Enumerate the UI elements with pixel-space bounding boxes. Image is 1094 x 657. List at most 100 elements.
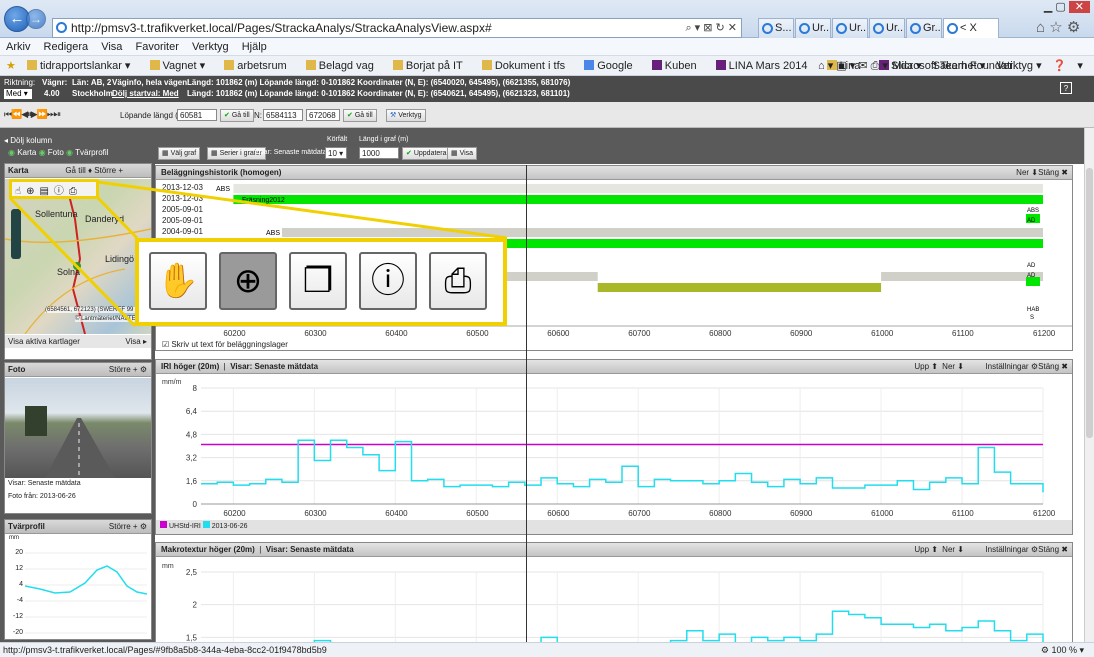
korfalt-select[interactable]: 10 ▾	[325, 147, 347, 159]
page-scrollbar[interactable]	[1084, 128, 1094, 642]
photo-title: Foto	[8, 365, 26, 374]
layers-icon[interactable]: ❐	[289, 252, 347, 310]
fav-item[interactable]: Google	[584, 60, 640, 72]
tab-5[interactable]: Gr...	[906, 18, 942, 38]
tab-active[interactable]: < X	[943, 18, 999, 38]
tab-2[interactable]: Ur...	[795, 18, 831, 38]
makro-header: Makrotextur höger (20m) | Visar: Senaste…	[156, 543, 1072, 557]
tab-4[interactable]: Ur...	[869, 18, 905, 38]
dolj-kolumn[interactable]: ◂ Dölj kolumn	[4, 136, 52, 145]
help-icon[interactable]: ?	[1060, 82, 1072, 94]
favorites-bar: ★ tidrapportslankar ▾ Vagnet ▾ arbetsrum…	[0, 56, 1094, 76]
uppdatera-button[interactable]: ✔ Uppdatera	[402, 147, 451, 160]
graph-toolbar: ▦ Välj graf ▦ Serier i grafer Visar: Sen…	[155, 128, 1085, 164]
print-icon[interactable]: ⎙	[429, 252, 487, 310]
e-input[interactable]: 672068	[306, 109, 340, 121]
fav-item[interactable]: Dokument i tfs	[481, 60, 573, 72]
zoom-level[interactable]: ⚙ 100 % ▾	[1041, 643, 1084, 657]
makro-installningar[interactable]: Inställningar ⚙	[985, 543, 1038, 556]
x-tick-label: 61100	[952, 329, 974, 337]
fav-item[interactable]: Belagd vag	[305, 60, 382, 72]
playback-controls[interactable]: ⏮⏪◀⏸▶⏩⏭⏯	[4, 109, 61, 120]
x-tick-label: 61000	[871, 329, 894, 337]
address-bar[interactable]: http://pmsv3-t.trafikverket.local/Pages/…	[52, 18, 742, 38]
visa-button[interactable]: ▦ Visa	[447, 147, 478, 160]
langd-label: Längd i graf (m)	[359, 136, 409, 143]
menu-visa[interactable]: Visa	[101, 41, 122, 53]
iri-stang[interactable]: Stäng ✖	[1038, 360, 1068, 373]
map-tools-zoom-callout: ✋ ⊕ ❐ ⓘ ⎙	[135, 238, 507, 326]
coating-label: AD	[1027, 218, 1036, 224]
y-tick-label: 1,5	[186, 633, 198, 642]
search-refresh-icon[interactable]: ⌕ ▾ ⊠ ↻ ✕	[685, 19, 737, 37]
fav-item[interactable]: LINA Mars 2014	[715, 60, 816, 72]
forward-button[interactable]: →	[26, 9, 46, 29]
y-tick-label: 0	[193, 500, 198, 509]
ga-till-button[interactable]: ✔ Gå till	[220, 109, 254, 122]
tab-3[interactable]: Ur...	[832, 18, 868, 38]
makro-stang[interactable]: Stäng ✖	[1038, 543, 1068, 556]
lan-value: Stockholm	[72, 89, 113, 98]
x-tick-label: 61200	[1033, 509, 1056, 518]
makrotextur-panel: Makrotextur höger (20m) | Visar: Senaste…	[155, 542, 1073, 642]
fav-item[interactable]: Borjat på IT	[392, 60, 471, 72]
visa-aktiva-kartlager[interactable]: Visa aktiva kartlager	[8, 337, 80, 346]
ie-command-bar[interactable]: ⌂ ▾ ▣ ▾ ✉ ⎙ ▾ Sida ▾ Säkerhet ▾ Verktyg …	[818, 56, 1083, 76]
road-info-bar: Riktning: Med ▾ Vägnr: 4.00 Län: AB, 2 S…	[0, 76, 1094, 102]
fav-item[interactable]: tidrapportslankar ▾	[26, 60, 139, 72]
position-cursor-line[interactable]	[526, 165, 527, 642]
vagnr-label: Vägnr:	[42, 78, 68, 87]
riktning-label: Riktning:	[4, 78, 36, 87]
coating-label: ABS	[1027, 208, 1039, 214]
position-search-bar: ⏮⏪◀⏸▶⏩⏭⏯ Löpande längd (m): 60581 ✔ Gå t…	[0, 102, 1094, 128]
riktning-select[interactable]: Med ▾	[4, 89, 32, 99]
fav-item[interactable]: arbetsrum	[224, 60, 295, 72]
belaggning-stang[interactable]: Stäng ✖	[1038, 166, 1068, 179]
info-icon[interactable]: ⓘ	[359, 252, 417, 310]
langd-input[interactable]: 1000	[359, 147, 399, 159]
iri-ner[interactable]: Ner ⬇	[942, 360, 964, 373]
coating-label: AD	[1027, 263, 1036, 269]
valj-graf-button[interactable]: ▦ Välj graf	[158, 147, 201, 160]
ga-till-coord-button[interactable]: ✔ Gå till	[343, 109, 377, 122]
skriv-ut-checkbox[interactable]: ☑ Skriv ut text för beläggningslager	[162, 340, 288, 349]
lopande-input[interactable]: 60581	[177, 109, 217, 121]
home-icon[interactable]: ⌂ ☆ ⚙	[1036, 18, 1080, 36]
map-footer: Visa aktiva kartlager Visa ▸	[5, 335, 151, 348]
x-tick-label: 60700	[628, 509, 651, 518]
iri-title: IRI höger (20m)	[161, 362, 220, 371]
pan-hand-icon[interactable]: ✋	[149, 252, 207, 310]
makro-ner[interactable]: Ner ⬇	[942, 543, 964, 556]
iri-upp[interactable]: Upp ⬆	[914, 360, 938, 373]
iri-installningar[interactable]: Inställningar ⚙	[985, 360, 1038, 373]
x-tick-label: 61200	[1033, 329, 1056, 337]
n-input[interactable]: 6584113	[263, 109, 303, 121]
window-controls[interactable]: ▁ ▢ ✕	[1018, 0, 1090, 16]
fav-item[interactable]: Vagnet ▾	[149, 60, 214, 72]
fav-item[interactable]: Kuben	[651, 60, 705, 72]
x-tick-label: 61100	[952, 509, 974, 518]
browser-titlebar: ← → http://pmsv3-t.trafikverket.local/Pa…	[0, 0, 1094, 38]
layer-toggles[interactable]: ◉ Karta ◉ Foto ◉ Tvärprofil	[8, 148, 108, 157]
crossprofile-chart	[25, 552, 147, 634]
verktyg-button[interactable]: ⚒ Verktyg	[386, 109, 426, 122]
y-unit: mm	[162, 563, 174, 570]
coating-label: AD	[1027, 273, 1036, 279]
menu-redigera[interactable]: Redigera	[44, 41, 89, 53]
photo-storre[interactable]: Större + ⚙	[109, 363, 147, 376]
x-tick-label: 60500	[466, 509, 489, 518]
dolj-startval-link[interactable]: Dölj startval: Med	[112, 89, 179, 98]
menu-hjalp[interactable]: Hjälp	[242, 41, 267, 53]
makro-visar: Visar: Senaste mätdata	[265, 545, 354, 554]
menu-verktyg[interactable]: Verktyg	[192, 41, 229, 53]
zoom-in-icon[interactable]: ⊕	[219, 252, 277, 310]
crossprofile-storre[interactable]: Större + ⚙	[109, 520, 147, 533]
favorites-star-icon[interactable]: ★	[6, 60, 16, 72]
makro-upp[interactable]: Upp ⬆	[914, 543, 938, 556]
series-line	[201, 439, 1044, 493]
map-visa-dropdown[interactable]: Visa ▸	[125, 335, 147, 348]
tab-1[interactable]: S...	[758, 18, 794, 38]
menu-arkiv[interactable]: Arkiv	[6, 41, 30, 53]
menu-favoriter[interactable]: Favoriter	[135, 41, 178, 53]
belaggning-ner[interactable]: Ner ⬇	[1016, 166, 1038, 179]
